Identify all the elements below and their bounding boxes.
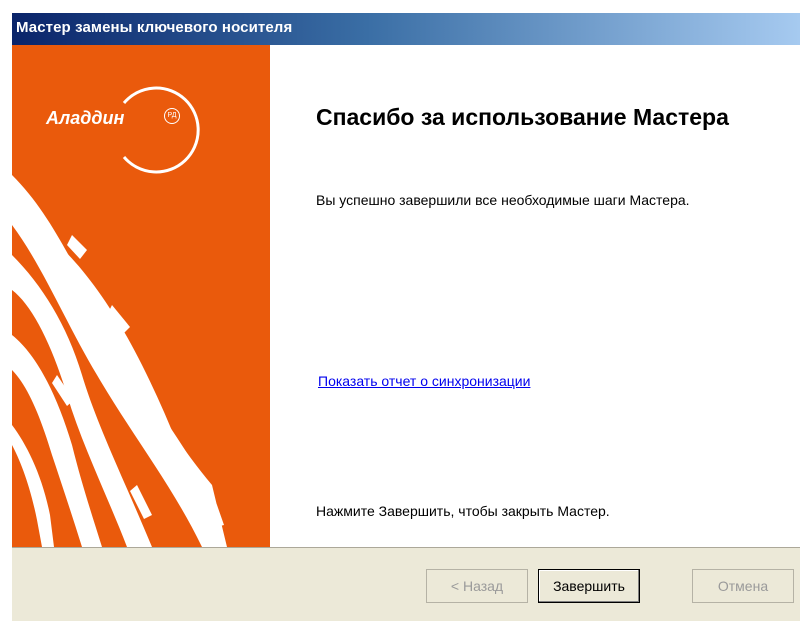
logo-text: Аладдин (46, 108, 125, 128)
logo-arc-icon (122, 86, 200, 174)
cancel-button[interactable]: Отмена (692, 569, 794, 603)
wizard-content: Спасибо за использование Мастера Вы успе… (270, 45, 800, 547)
window-title: Мастер замены ключевого носителя (16, 19, 293, 36)
back-button[interactable]: < Назад (426, 569, 528, 603)
brand-banner: Аладдин РД (12, 45, 270, 547)
logo-badge: РД (164, 108, 180, 124)
brand-logo: Аладдин (46, 108, 124, 129)
page-title: Спасибо за использование Мастера (316, 104, 729, 130)
streak-pattern-icon (12, 175, 227, 547)
window-left-border (0, 0, 12, 621)
show-sync-report-link[interactable]: Показать отчет о синхронизации (318, 373, 530, 389)
finish-hint-text: Нажмите Завершить, чтобы закрыть Мастер. (316, 503, 610, 519)
finish-button[interactable]: Завершить (538, 569, 640, 603)
button-bar: < Назад Завершить Отмена (12, 547, 800, 621)
title-bar[interactable]: Мастер замены ключевого носителя (12, 13, 800, 45)
wizard-window: Мастер замены ключевого носителя Аладдин… (0, 0, 800, 621)
completion-description: Вы успешно завершили все необходимые шаг… (316, 192, 690, 208)
